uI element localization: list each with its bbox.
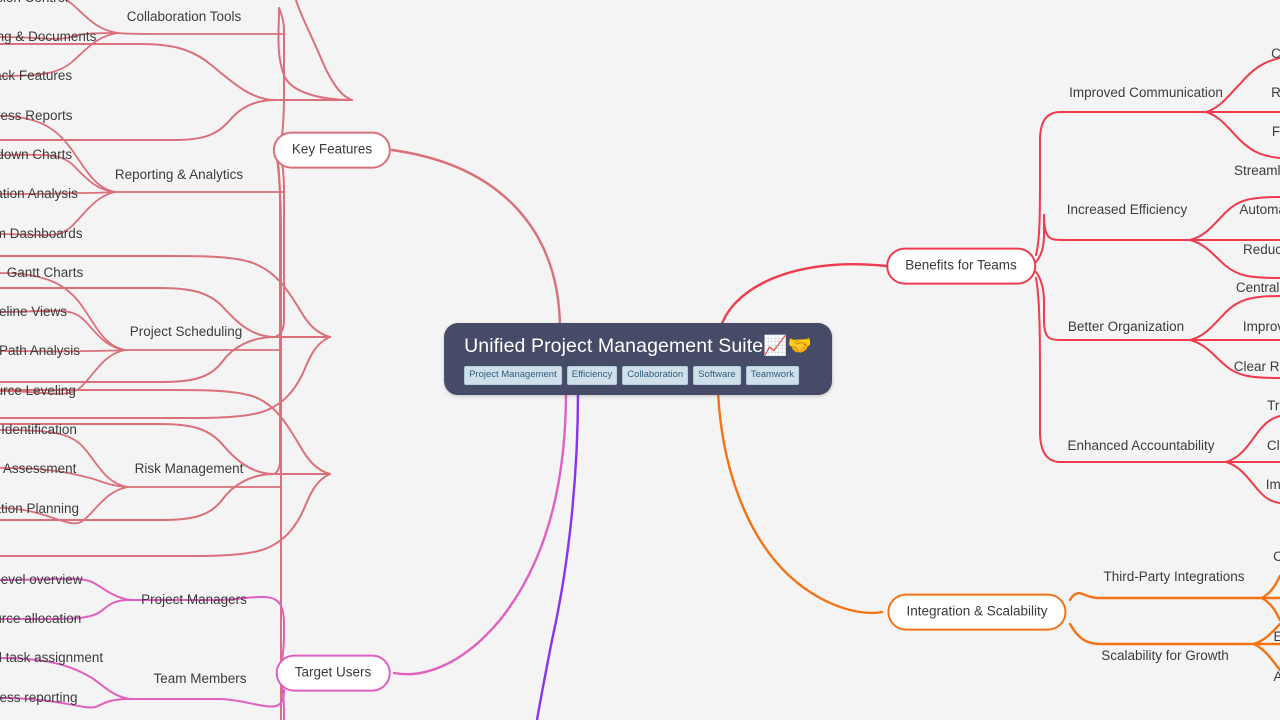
- leaf-node-custom-dashboards[interactable]: Custom Dashboards: [0, 226, 83, 242]
- leaf-node-integration-2[interactable]: E: [1273, 629, 1280, 645]
- root-title-emoji: 📈🤝: [763, 335, 812, 358]
- leaf-node-organization-3[interactable]: Clear Roles: [1234, 359, 1280, 375]
- sub-node-collaboration-tools[interactable]: Collaboration Tools: [127, 9, 242, 25]
- sub-node-reporting-analytics[interactable]: Reporting & Analytics: [115, 167, 243, 183]
- sub-node-improved-communication[interactable]: Improved Communication: [1069, 85, 1223, 101]
- leaf-node-feedback-features[interactable]: Feedback Features: [0, 68, 72, 84]
- leaf-node-organization-2[interactable]: Improved: [1243, 319, 1280, 335]
- sub-node-project-managers[interactable]: Project Managers: [141, 592, 247, 608]
- root-tag[interactable]: Efficiency: [566, 366, 618, 385]
- leaf-node-risk-identification[interactable]: Risk Identification: [0, 422, 77, 438]
- edge-purple-stray: [535, 390, 580, 720]
- leaf-node-file-sharing-documents[interactable]: File Sharing & Documents: [0, 29, 96, 45]
- leaf-node-accountability-3[interactable]: Imp: [1266, 477, 1280, 493]
- branch-node-key-features[interactable]: Key Features: [272, 131, 392, 169]
- sub-node-team-members[interactable]: Team Members: [153, 671, 246, 687]
- branch-node-target-users[interactable]: Target Users: [275, 654, 391, 692]
- leaf-node-benefits-comm-3[interactable]: F: [1272, 124, 1280, 140]
- root-title-text: Unified Project Management Suite: [464, 335, 764, 358]
- leaf-node-resource-allocation[interactable]: Resource allocation: [0, 611, 81, 627]
- leaf-node-critical-path-analysis[interactable]: Critical Path Analysis: [0, 343, 80, 359]
- leaf-node-high-level-overview[interactable]: High-level overview: [0, 572, 83, 588]
- leaf-node-individual-task-assignment[interactable]: Individual task assignment: [0, 650, 103, 666]
- leaf-node-resource-leveling[interactable]: Resource Leveling: [0, 383, 76, 399]
- sub-node-enhanced-accountability[interactable]: Enhanced Accountability: [1067, 438, 1214, 454]
- leaf-node-progress-reporting[interactable]: Progress reporting: [0, 690, 78, 706]
- leaf-node-utilization-analysis[interactable]: Utilization Analysis: [0, 186, 78, 202]
- leaf-node-benefits-comm-2[interactable]: R: [1271, 85, 1280, 101]
- branch-node-integration-scalability[interactable]: Integration & Scalability: [887, 593, 1067, 631]
- leaf-node-efficiency-1[interactable]: Streamlined: [1234, 163, 1280, 179]
- mindmap-canvas: Unified Project Management Suite📈🤝 Proje…: [0, 0, 1280, 720]
- leaf-node-risk-assessment[interactable]: Risk Assessment: [0, 461, 76, 477]
- leaf-node-gantt-charts[interactable]: Gantt Charts: [7, 265, 84, 281]
- leaf-node-version-control[interactable]: Version Control: [0, 0, 68, 6]
- leaf-node-accountability-2[interactable]: Cle: [1267, 438, 1280, 454]
- leaf-node-organization-1[interactable]: Centralized: [1236, 280, 1280, 296]
- leaf-node-accountability-1[interactable]: Tra: [1267, 398, 1280, 414]
- leaf-node-efficiency-2[interactable]: Automated: [1239, 202, 1280, 218]
- sub-node-third-party-integrations[interactable]: Third-Party Integrations: [1103, 569, 1244, 585]
- leaf-node-scalability-1[interactable]: A: [1273, 669, 1280, 685]
- sub-node-risk-management[interactable]: Risk Management: [135, 461, 244, 477]
- sub-node-project-scheduling[interactable]: Project Scheduling: [130, 324, 243, 340]
- root-node[interactable]: Unified Project Management Suite📈🤝 Proje…: [444, 323, 832, 395]
- root-tag[interactable]: Software: [693, 366, 741, 385]
- sub-node-better-organization[interactable]: Better Organization: [1068, 319, 1184, 335]
- leaf-node-timeline-views[interactable]: Timeline Views: [0, 304, 67, 320]
- root-tag[interactable]: Project Management: [464, 366, 562, 385]
- leaf-node-efficiency-3[interactable]: Reduced: [1243, 242, 1280, 258]
- leaf-node-mitigation-planning[interactable]: Mitigation Planning: [0, 501, 79, 517]
- leaf-node-progress-reports[interactable]: Progress Reports: [0, 108, 73, 124]
- sub-node-increased-efficiency[interactable]: Increased Efficiency: [1067, 202, 1188, 218]
- sub-node-scalability-for-growth[interactable]: Scalability for Growth: [1101, 648, 1229, 664]
- root-tag[interactable]: Collaboration: [622, 366, 689, 385]
- root-tag[interactable]: Teamwork: [745, 366, 799, 385]
- branch-node-benefits-for-teams[interactable]: Benefits for Teams: [886, 247, 1036, 285]
- leaf-node-integration-1[interactable]: C: [1273, 549, 1280, 565]
- root-tag-list: Project Management Efficiency Collaboratio…: [464, 366, 799, 385]
- leaf-node-burndown-charts[interactable]: Burndown Charts: [0, 147, 72, 163]
- leaf-node-benefits-comm-1[interactable]: C: [1271, 46, 1280, 62]
- root-title: Unified Project Management Suite📈🤝: [464, 335, 812, 357]
